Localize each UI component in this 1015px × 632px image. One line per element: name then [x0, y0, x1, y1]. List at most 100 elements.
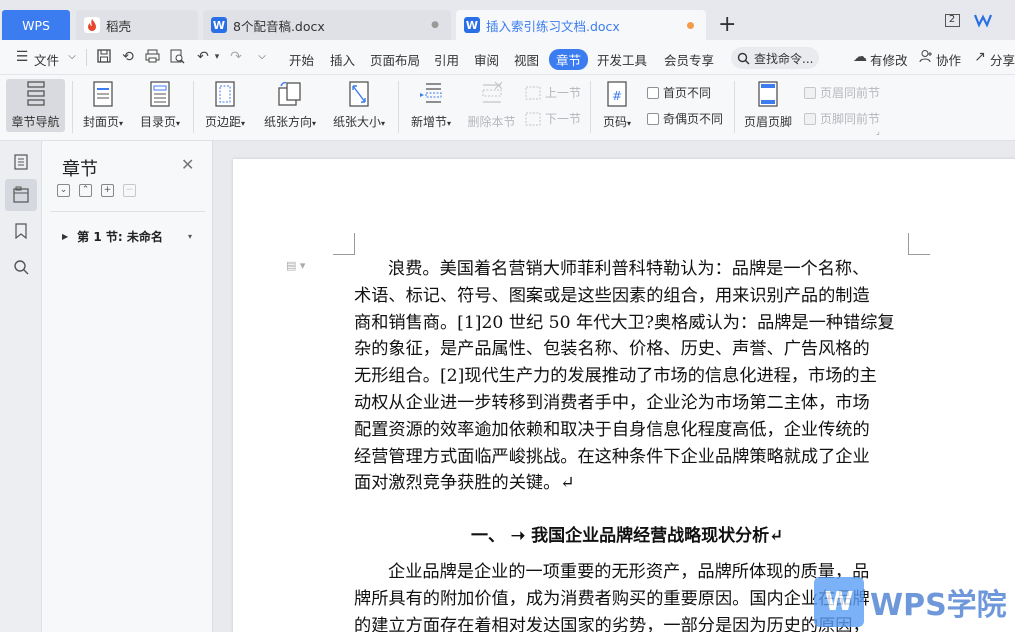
page-number-button[interactable]: # 页码▾ — [596, 79, 638, 130]
menu-view[interactable]: 视图 — [514, 50, 539, 69]
daoke-icon — [84, 17, 100, 33]
header-footer-label: 页眉页脚 — [743, 115, 792, 129]
share-button[interactable]: 分享 — [990, 50, 1015, 69]
file-menu[interactable]: 文件 — [34, 50, 59, 69]
prev-section-button[interactable]: 上一节 — [525, 84, 581, 101]
paper-size-icon — [344, 79, 374, 109]
footer-same-as-prev-checkbox[interactable]: 页脚同前节 — [804, 110, 880, 127]
delete-section-button[interactable]: 删除本节 — [464, 79, 519, 130]
header-footer-icon — [753, 79, 783, 109]
para1-line: 面对激烈竞争获胜的关键。↵ — [354, 473, 575, 494]
tab-doc-index[interactable]: W 插入索引练习文档.docx — [456, 10, 706, 40]
new-section-label: 新增节▾ — [410, 115, 452, 129]
save-icon[interactable] — [96, 49, 112, 65]
orientation-button[interactable]: 纸张方向▾ — [259, 79, 321, 130]
divider — [590, 81, 591, 133]
checkbox-box — [647, 112, 659, 125]
expand-all-icon[interactable]: + — [101, 184, 114, 197]
customize-quickbar-icon[interactable]: ⌵ — [254, 49, 270, 65]
header-same-as-prev-checkbox[interactable]: 页眉同前节 — [804, 84, 880, 101]
unsaved-dot-icon[interactable] — [687, 21, 694, 29]
section-panel-icon[interactable] — [5, 179, 37, 211]
prev-section-icon — [525, 86, 541, 99]
bookmark-icon[interactable] — [5, 215, 37, 247]
undo-dropdown-icon[interactable]: ▾ — [209, 49, 225, 65]
toc-page-icon — [145, 79, 175, 109]
page-number-icon: # — [602, 79, 632, 109]
tab-dot-icon[interactable]: ● — [431, 20, 439, 30]
expand-arrow-icon[interactable]: ▶ — [62, 232, 68, 241]
wps-logo-icon[interactable] — [973, 11, 993, 29]
collapse-all-icon[interactable]: − — [123, 184, 136, 197]
collab-user-icon[interactable] — [918, 49, 934, 65]
collapse-down-icon[interactable]: ⌄ — [57, 184, 70, 197]
modified-status[interactable]: 有修改 — [870, 50, 908, 69]
paper-size-button[interactable]: 纸张大小▾ — [328, 79, 390, 130]
tab-daoke[interactable]: 稻壳 — [76, 10, 198, 40]
panel-title: 章节 — [62, 159, 98, 180]
print-preview-icon[interactable] — [169, 49, 185, 65]
tab-doc-peiyin[interactable]: W 8个配音稿.docx ● — [203, 10, 451, 40]
writer-doc-icon: W — [211, 17, 227, 33]
paragraph-layout-icon[interactable]: ▤ ▾ — [286, 259, 305, 272]
margins-button[interactable]: 页边距▾ — [200, 79, 250, 130]
menu-member[interactable]: 会员专享 — [664, 50, 714, 69]
new-section-button[interactable]: 新增节▾ — [405, 79, 457, 130]
header-same-as-prev-label: 页眉同前节 — [820, 86, 881, 100]
section-nav-label: 章节导航 — [11, 115, 60, 129]
ribbon-toolbar: 章节导航 封面页▾ 目录页▾ 页边距▾ 纸张方向▾ 纸张大小▾ 新增节▾ 删除本… — [0, 75, 1015, 141]
new-section-icon — [416, 79, 446, 109]
section-nav-button[interactable]: 章节导航 — [6, 79, 65, 132]
next-section-button[interactable]: 下一节 — [525, 110, 581, 127]
menu-developer[interactable]: 开发工具 — [597, 50, 647, 69]
cover-page-icon — [88, 79, 118, 109]
close-icon[interactable]: ✕ — [181, 155, 194, 174]
cover-page-button[interactable]: 封面页▾ — [78, 79, 128, 130]
menu-insert[interactable]: 插入 — [330, 50, 355, 69]
command-search[interactable]: 查找命令... — [731, 47, 819, 69]
delete-section-label: 删除本节 — [467, 115, 516, 129]
page-number-label: 页码▾ — [602, 115, 632, 129]
chevron-down-icon[interactable]: ⌵ — [64, 49, 80, 65]
section-panel: 章节 ✕ ⌄ ⌃ + − ▶ 第 1 节: 未命名 ▾ — [42, 141, 213, 632]
menu-section[interactable]: 章节 — [549, 49, 589, 70]
collab-button[interactable]: 协作 — [936, 50, 961, 69]
para1-line: 术语、标记、符号、图案或是这些因素的组合，用来识别产品的制造 — [354, 285, 870, 306]
hamburger-icon[interactable]: ☰ — [14, 49, 30, 65]
header-footer-button[interactable]: 页眉页脚 — [741, 79, 795, 130]
share-icon[interactable]: ↗ — [972, 49, 988, 65]
menu-home[interactable]: 开始 — [289, 50, 314, 69]
window-count-button[interactable]: 2 — [941, 11, 963, 29]
odd-even-different-checkbox[interactable]: 奇偶页不同 — [647, 110, 723, 127]
orientation-icon — [275, 79, 305, 109]
outline-icon[interactable] — [5, 146, 37, 178]
writer-doc-icon: W — [464, 17, 480, 33]
panel-toolbar: ⌄ ⌃ + − — [57, 184, 136, 197]
section-heading[interactable]: 一、 ➝ 我国企业品牌经营战略现状分析↵ — [471, 521, 783, 546]
ribbon-expand-icon[interactable]: ⌟ — [876, 127, 880, 136]
paragraph-1[interactable]: 浪费。美国着名营销大师菲利普科特勒认为：品牌是一个名称、 术语、标记、符号、图案… — [354, 256, 909, 497]
first-page-different-checkbox[interactable]: 首页不同 — [647, 84, 711, 101]
section-list-item[interactable]: ▶ 第 1 节: 未命名 ▾ — [62, 228, 192, 245]
document-area[interactable]: ▤ ▾ 浪费。美国着名营销大师菲利普科特勒认为：品牌是一个名称、 术语、标记、符… — [213, 141, 1015, 632]
menu-page-layout[interactable]: 页面布局 — [370, 50, 420, 69]
cloud-sync-icon[interactable]: ☁ — [852, 49, 868, 65]
section-dropdown-icon[interactable]: ▾ — [188, 232, 192, 241]
divider — [734, 81, 735, 133]
new-tab-button[interactable]: + — [718, 12, 736, 37]
document-page[interactable]: ▤ ▾ 浪费。美国着名营销大师菲利普科特勒认为：品牌是一个名称、 术语、标记、符… — [233, 159, 1015, 632]
format-painter-icon[interactable]: ⟲ — [120, 49, 136, 65]
menu-review[interactable]: 审阅 — [474, 50, 499, 69]
search-icon[interactable] — [5, 251, 37, 283]
toc-page-button[interactable]: 目录页▾ — [135, 79, 185, 130]
redo-icon[interactable]: ↷ — [228, 49, 244, 65]
collapse-up-icon[interactable]: ⌃ — [79, 184, 92, 197]
margins-icon — [210, 79, 240, 109]
checkbox-box — [804, 86, 816, 99]
first-page-different-label: 首页不同 — [663, 86, 712, 100]
para1-line: 经营管理方式面临严峻挑战。在这种条件下企业品牌策略就成了企业 — [354, 446, 870, 467]
next-section-label: 下一节 — [545, 112, 582, 126]
menu-references[interactable]: 引用 — [434, 50, 459, 69]
tab-wps-home[interactable]: WPS — [2, 10, 70, 40]
print-icon[interactable] — [144, 49, 160, 65]
